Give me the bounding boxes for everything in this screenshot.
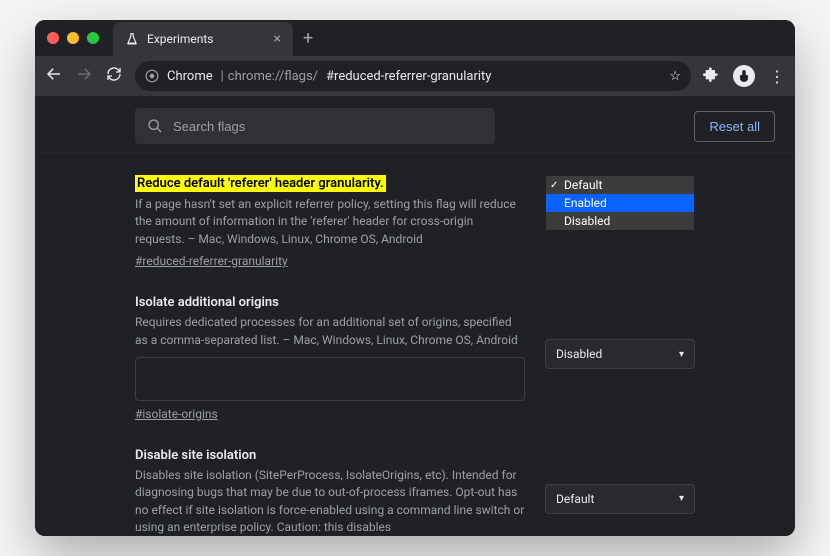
arrow-left-icon bbox=[45, 65, 63, 83]
flag-title: Reduce default 'referer' header granular… bbox=[135, 175, 386, 192]
back-button[interactable] bbox=[45, 65, 63, 87]
flag-anchor[interactable]: #isolate-origins bbox=[135, 407, 218, 421]
hand-icon bbox=[737, 69, 751, 83]
flask-icon bbox=[125, 32, 139, 46]
chevron-down-icon: ▾ bbox=[679, 493, 684, 504]
reload-button[interactable] bbox=[105, 66, 123, 86]
flags-topbar: Reset all bbox=[35, 96, 795, 153]
omnibox-url-dim: chrome://flags/ bbox=[228, 69, 318, 84]
search-icon bbox=[147, 118, 163, 134]
forward-button[interactable] bbox=[75, 65, 93, 87]
browser-window: Experiments × + Chrome | chrome://flags/… bbox=[35, 20, 795, 536]
puzzle-icon bbox=[703, 66, 719, 82]
address-bar[interactable]: Chrome | chrome://flags/ #reduced-referre… bbox=[135, 61, 691, 91]
tab-title: Experiments bbox=[147, 32, 214, 46]
chevron-down-icon: ▾ bbox=[679, 349, 684, 360]
reload-icon bbox=[106, 66, 122, 82]
search-input[interactable] bbox=[135, 108, 495, 144]
flag-select[interactable]: Default ▾ bbox=[545, 484, 695, 514]
profile-icon[interactable] bbox=[733, 65, 755, 87]
dropdown-option-enabled[interactable]: Enabled bbox=[546, 194, 694, 212]
flag-select[interactable]: Disabled ▾ bbox=[545, 339, 695, 369]
new-tab-button[interactable]: + bbox=[303, 28, 313, 49]
extensions-icon[interactable] bbox=[703, 66, 719, 86]
close-tab-button[interactable]: × bbox=[274, 31, 281, 47]
window-controls bbox=[47, 32, 99, 44]
flag-dropdown-open[interactable]: Default Enabled Disabled bbox=[545, 175, 695, 231]
bookmark-star-icon[interactable]: ☆ bbox=[669, 69, 681, 84]
arrow-right-icon bbox=[75, 65, 93, 83]
maximize-window-button[interactable] bbox=[87, 32, 99, 44]
menu-button[interactable]: ⋮ bbox=[769, 67, 785, 86]
flag-item: Isolate additional origins Requires dedi… bbox=[135, 287, 695, 440]
flag-anchor[interactable]: #reduced-referrer-granularity bbox=[135, 254, 288, 268]
flag-description: If a page hasn't set an explicit referre… bbox=[135, 196, 525, 248]
dropdown-option-default[interactable]: Default bbox=[546, 176, 694, 194]
titlebar: Experiments × + bbox=[35, 20, 795, 56]
toolbar-actions: ⋮ bbox=[703, 65, 785, 87]
flag-item: Disable site isolation Disables site iso… bbox=[135, 440, 695, 536]
flags-list: Reduce default 'referer' header granular… bbox=[35, 153, 795, 536]
browser-tab[interactable]: Experiments × bbox=[113, 22, 293, 56]
flag-title: Disable site isolation bbox=[135, 448, 256, 463]
dropdown-option-disabled[interactable]: Disabled bbox=[546, 212, 694, 230]
chrome-icon bbox=[145, 69, 159, 83]
reset-all-button[interactable]: Reset all bbox=[694, 111, 775, 142]
flag-description: Disables site isolation (SitePerProcess,… bbox=[135, 467, 525, 536]
select-value: Disabled bbox=[556, 347, 602, 361]
omnibox-label: Chrome bbox=[167, 69, 213, 84]
search-field[interactable] bbox=[173, 119, 483, 134]
flag-title: Isolate additional origins bbox=[135, 295, 279, 310]
toolbar: Chrome | chrome://flags/ #reduced-referre… bbox=[35, 56, 795, 96]
flag-text-input[interactable] bbox=[135, 357, 525, 401]
close-window-button[interactable] bbox=[47, 32, 59, 44]
select-value: Default bbox=[556, 492, 594, 506]
page-content: Reset all Reduce default 'referer' heade… bbox=[35, 96, 795, 536]
omnibox-url-bright: #reduced-referrer-granularity bbox=[326, 69, 491, 84]
flag-item: Reduce default 'referer' header granular… bbox=[135, 167, 695, 287]
minimize-window-button[interactable] bbox=[67, 32, 79, 44]
flag-description: Requires dedicated processes for an addi… bbox=[135, 314, 525, 349]
omnibox-separator: | bbox=[221, 69, 224, 84]
